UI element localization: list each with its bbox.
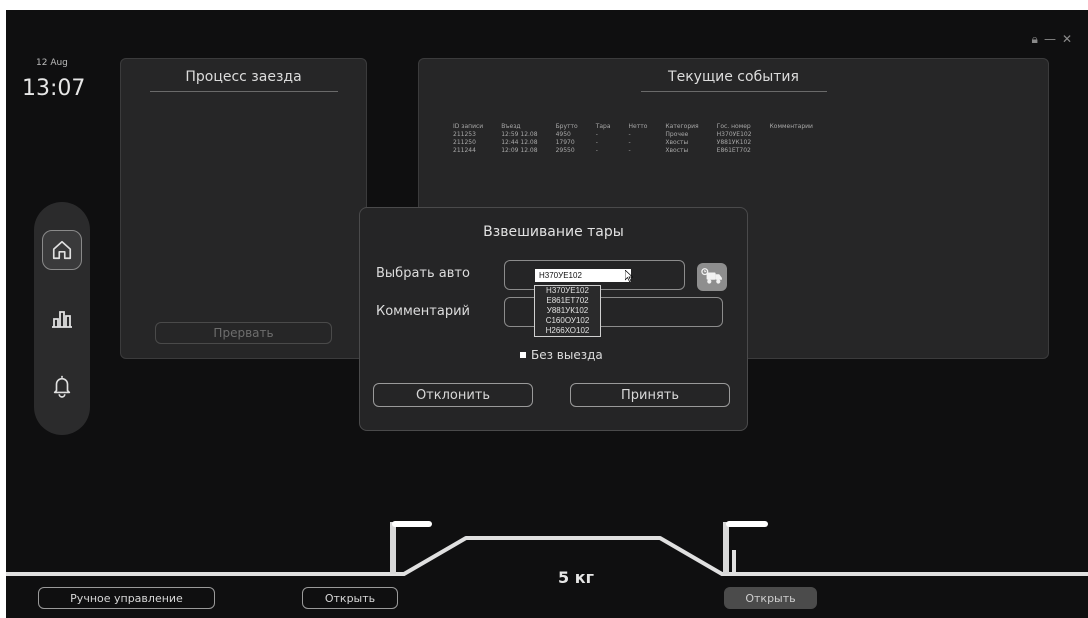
nav-notifications[interactable] — [42, 366, 82, 406]
cell-entry: 12:09 12.08 — [501, 147, 538, 154]
accept-button[interactable]: Принять — [570, 383, 730, 407]
bar-chart-icon — [52, 311, 72, 328]
cell-category: Прочее — [665, 131, 689, 138]
tare-weighing-dialog: Взвешивание тары Выбрать авто Н370УЕ102 … — [359, 207, 748, 431]
column-header: Тара — [595, 123, 611, 130]
cell-gross: 4950 — [555, 131, 571, 138]
cursor-icon — [625, 270, 633, 282]
column-header: Брутто — [555, 123, 578, 130]
car-select-input[interactable]: Н370УЕ102 — [535, 269, 631, 282]
nav-statistics[interactable] — [42, 298, 82, 338]
cell-net: - — [628, 147, 631, 154]
add-car-button[interactable] — [697, 263, 727, 291]
open-left-barrier-button[interactable]: Открыть — [302, 587, 398, 609]
nav-home[interactable] — [42, 230, 82, 270]
bell-icon — [53, 375, 71, 398]
column-header: Въезд — [501, 123, 521, 130]
column-header: Гос. номер — [716, 123, 751, 130]
cell-comment — [770, 139, 831, 147]
left-barrier-post — [390, 522, 396, 574]
events-panel-title: Текущие события — [668, 69, 799, 85]
table-row[interactable]: 211253 12:59 12.08 4950 - - Прочее Н370У… — [453, 131, 831, 139]
app-window: 🔒︎—✕ 12 Aug 13:07 Процесс заезда Прерват… — [6, 10, 1088, 618]
minimize-icon[interactable]: — — [1044, 32, 1062, 46]
cell-entry: 12:44 12.08 — [501, 139, 538, 146]
dropdown-option[interactable]: Н266ХО102 — [535, 326, 600, 336]
cell-id: 211250 — [453, 139, 476, 146]
cell-id: 211253 — [453, 131, 476, 138]
cell-entry: 12:59 12.08 — [501, 131, 538, 138]
cell-category: Хвосты — [665, 147, 689, 154]
process-panel-title: Процесс заезда — [185, 69, 302, 85]
cell-gross: 29550 — [555, 147, 575, 154]
lock-icon[interactable]: 🔒︎ — [1032, 32, 1044, 46]
cell-comment — [770, 147, 831, 155]
table-row[interactable]: 211244 12:09 12.08 29550 - - Хвосты Е861… — [453, 147, 831, 155]
dropdown-option[interactable]: Н370УЕ102 — [535, 286, 600, 296]
dialog-title: Взвешивание тары — [483, 224, 624, 240]
left-barrier-arm — [392, 521, 432, 527]
column-header: Комментарии — [769, 123, 813, 130]
reject-button[interactable]: Отклонить — [373, 383, 533, 407]
column-header: Категория — [665, 123, 699, 130]
no-exit-label: Без выезда — [531, 348, 603, 362]
manual-control-button[interactable]: Ручное управление — [38, 587, 215, 609]
comment-label: Комментарий — [376, 304, 470, 319]
cell-tare: - — [595, 147, 598, 154]
cell-net: - — [628, 131, 631, 138]
cell-comment — [770, 131, 831, 139]
title-divider — [640, 91, 827, 92]
right-barrier-post — [723, 522, 729, 574]
side-navigation — [34, 202, 90, 435]
cell-plate: Е861ЕТ702 — [716, 147, 751, 154]
no-exit-checkbox[interactable]: Без выезда — [520, 348, 603, 362]
close-icon[interactable]: ✕ — [1062, 32, 1078, 46]
truck-icon — [701, 268, 722, 284]
scale-platform — [6, 536, 1088, 576]
right-barrier-arm — [726, 521, 768, 527]
cell-gross: 17970 — [555, 139, 575, 146]
column-header: Нетто — [628, 123, 648, 130]
weight-display: 5 кг — [558, 568, 594, 587]
column-header: ID записи — [453, 123, 484, 130]
cell-plate: Н370УЕ102 — [716, 131, 752, 138]
car-dropdown-list[interactable]: Н370УЕ102 Е861ЕТ702 У881УК102 С160ОУ102 … — [534, 285, 601, 337]
open-right-barrier-button[interactable]: Открыть — [724, 587, 817, 609]
process-panel: Процесс заезда Прервать — [120, 58, 367, 359]
events-table: ID записи Въезд Брутто Тара Нетто Катего… — [453, 123, 831, 155]
cell-id: 211244 — [453, 147, 476, 154]
events-header-row: ID записи Въезд Брутто Тара Нетто Катего… — [453, 123, 831, 131]
dropdown-option[interactable]: С160ОУ102 — [535, 316, 600, 326]
home-icon — [52, 240, 72, 260]
cell-plate: У881УК102 — [716, 139, 752, 146]
current-time: 13:07 — [22, 76, 86, 101]
abort-button[interactable]: Прервать — [155, 322, 332, 344]
cell-tare: - — [595, 131, 598, 138]
select-car-label: Выбрать авто — [376, 266, 470, 281]
checkbox-square[interactable] — [520, 352, 526, 358]
current-date: 12 Aug — [36, 58, 68, 68]
cell-net: - — [628, 139, 631, 146]
dropdown-option[interactable]: У881УК102 — [535, 306, 600, 316]
window-controls: 🔒︎—✕ — [1032, 32, 1078, 47]
title-divider — [149, 91, 338, 92]
cell-category: Хвосты — [665, 139, 689, 146]
dropdown-option[interactable]: Е861ЕТ702 — [535, 296, 600, 306]
cell-tare: - — [595, 139, 598, 146]
scale-diagram — [6, 521, 1088, 576]
table-row[interactable]: 211250 12:44 12.08 17970 - - Хвосты У881… — [453, 139, 831, 147]
